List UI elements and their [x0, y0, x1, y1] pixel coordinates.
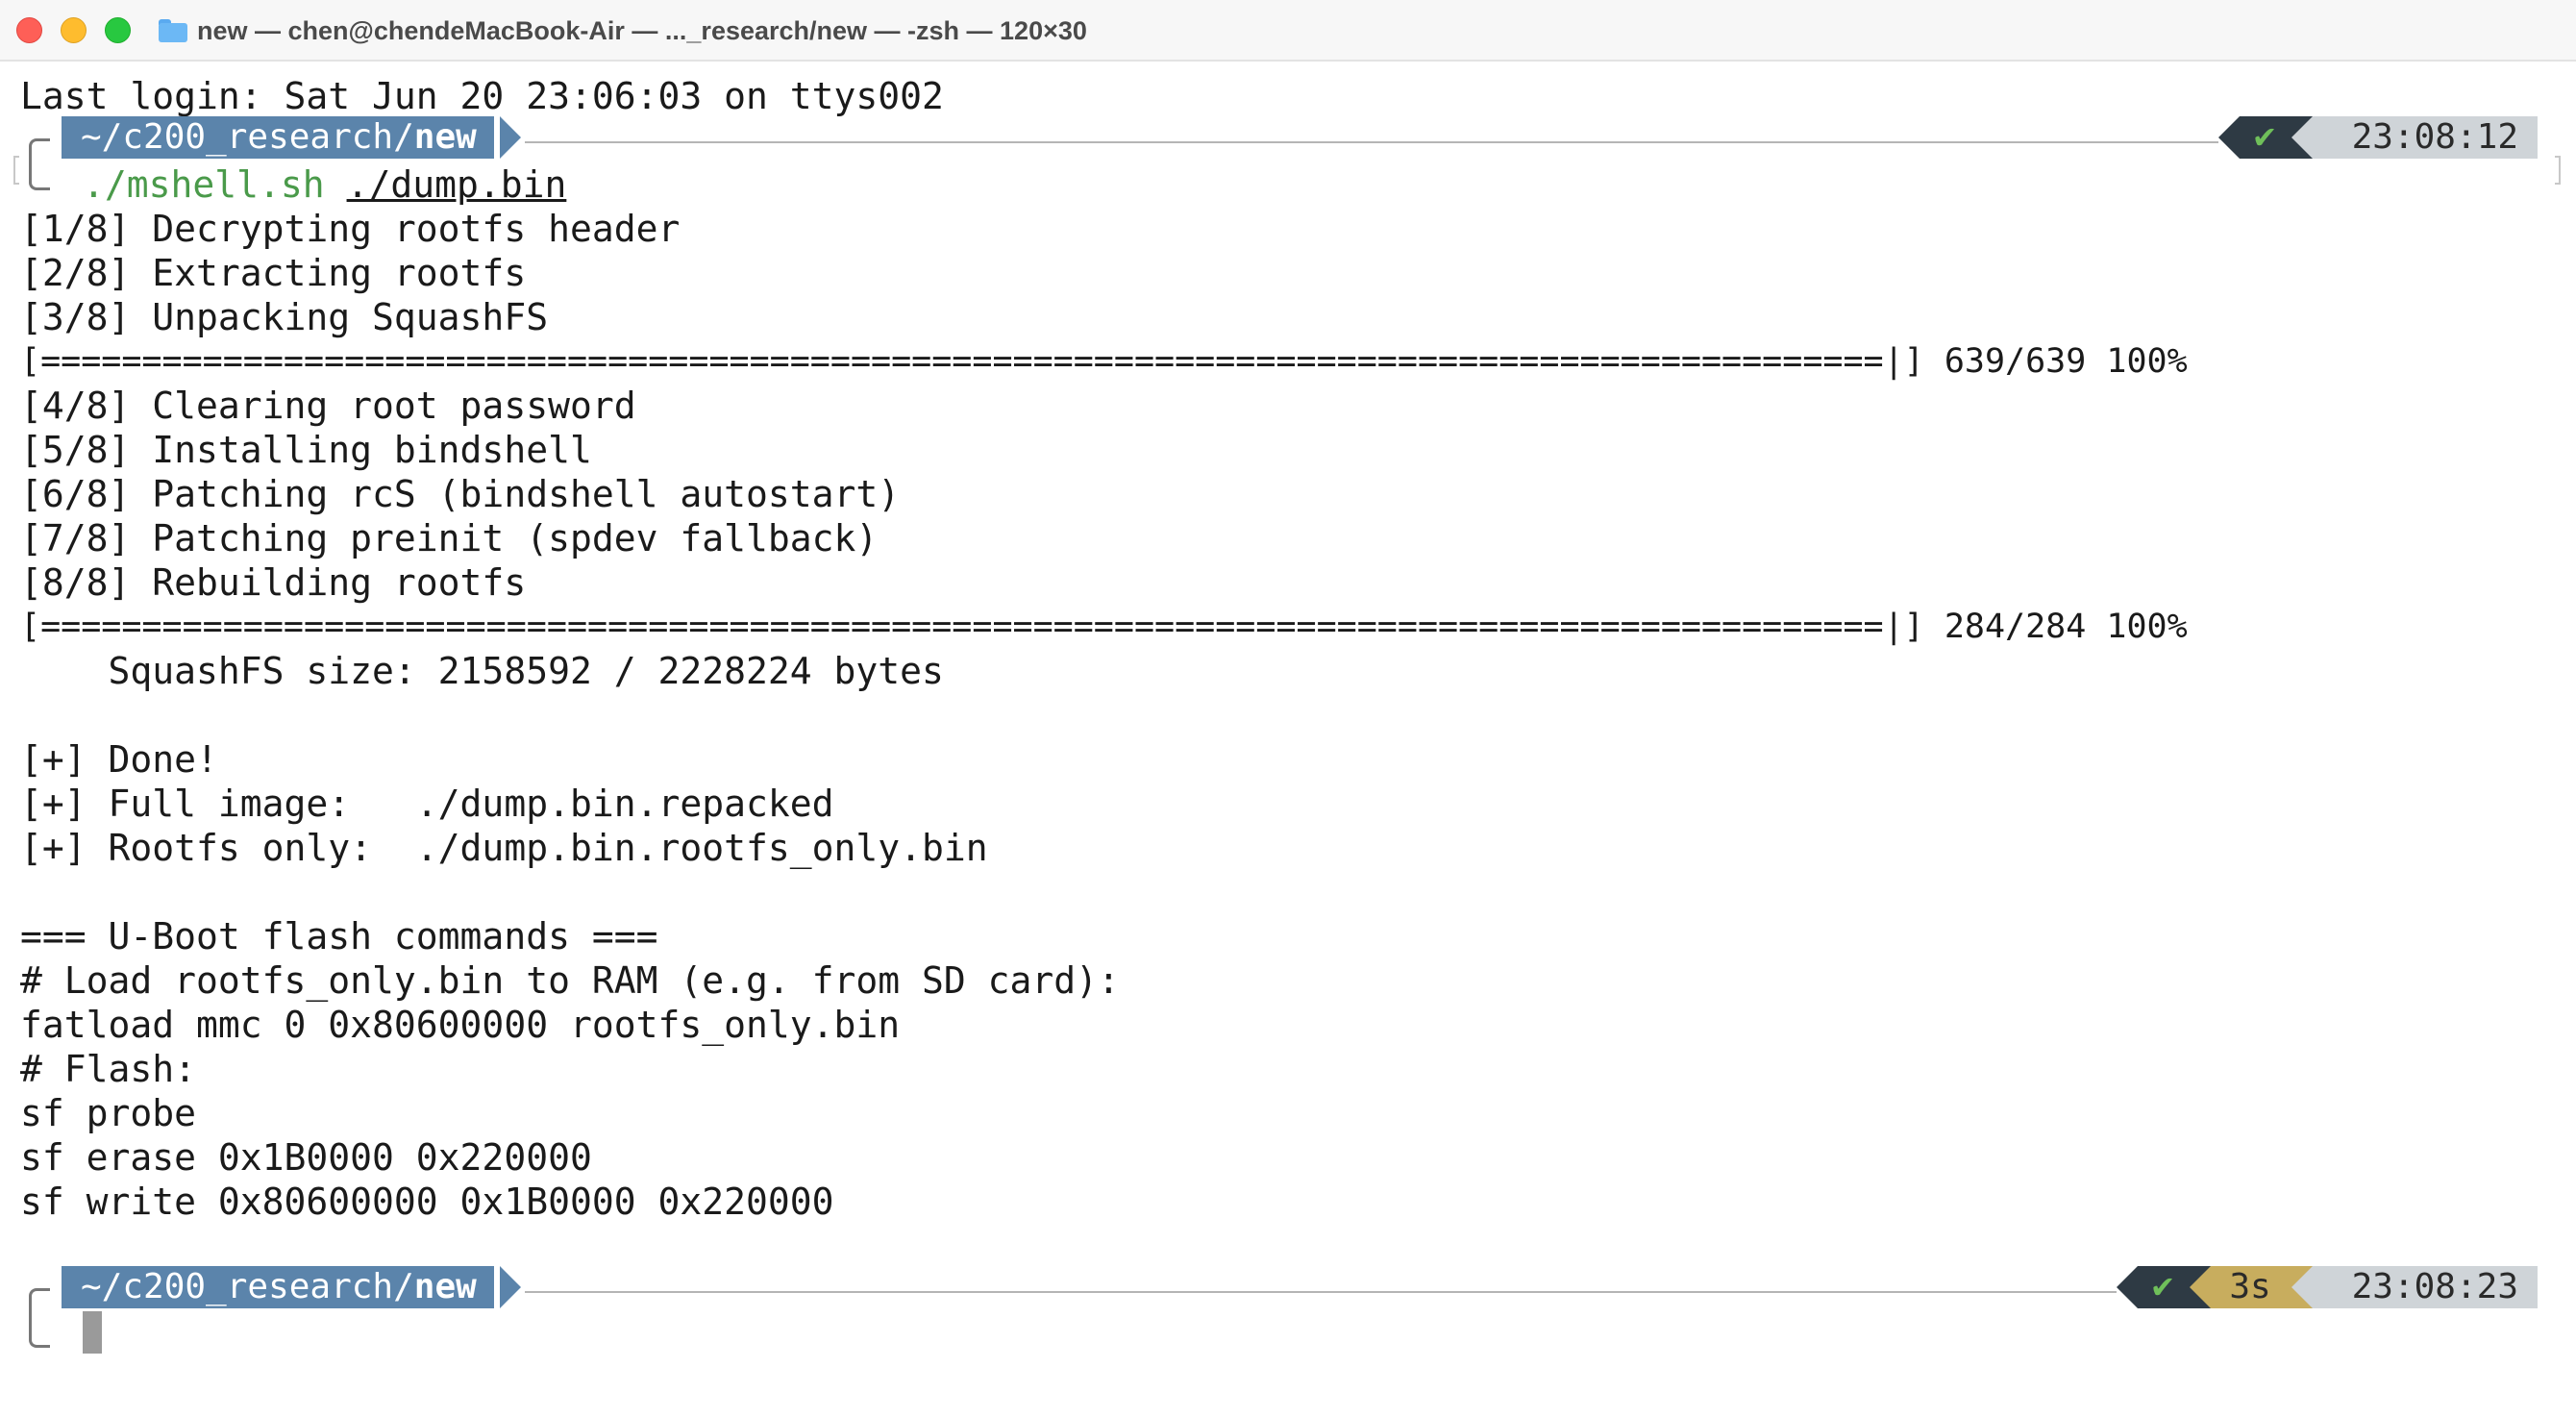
- zoom-button[interactable]: [105, 17, 131, 43]
- right-edge-marker: [2555, 156, 2561, 185]
- prompt-dir-prefix: ~/c200_research/: [81, 1267, 414, 1306]
- output-line: [1/8] Decrypting rootfs header: [20, 208, 681, 250]
- output-line: sf probe: [20, 1092, 197, 1134]
- prompt-corner-bottom: [29, 169, 50, 190]
- output-line: [4/8] Clearing root password: [20, 385, 636, 427]
- prompt-dir-arrow: [500, 116, 521, 159]
- output-line: [5/8] Installing bindshell: [20, 429, 592, 471]
- output-line: [+] Done!: [20, 738, 218, 781]
- output-line: SquashFS size: 2158592 / 2228224 bytes: [20, 650, 944, 692]
- prompt-rule: [525, 1291, 2117, 1293]
- output-line: [7/8] Patching preinit (spdev fallback): [20, 517, 879, 559]
- prompt-dir-arrow: [500, 1266, 521, 1308]
- window-title: new — chen@chendeMacBook-Air — ..._resea…: [197, 15, 1087, 45]
- last-login-line: Last login: Sat Jun 20 23:06:03 on ttys0…: [20, 75, 944, 117]
- output-line: # Flash:: [20, 1048, 197, 1090]
- output-line: sf write 0x80600000 0x1B0000 0x220000: [20, 1181, 834, 1223]
- status-left-arrow: [2117, 1266, 2138, 1308]
- output-line: === U-Boot flash commands ===: [20, 915, 658, 957]
- command-duration: 3s: [2211, 1266, 2290, 1308]
- progress-bar-rebuild: [=======================================…: [20, 608, 2188, 646]
- status-time-arrow: [2290, 1266, 2313, 1308]
- progress-bar-unsquash: [=======================================…: [20, 342, 2188, 381]
- status-left-arrow: [2218, 116, 2240, 159]
- terminal-window: new — chen@chendeMacBook-Air — ..._resea…: [0, 0, 2576, 1417]
- minimize-button[interactable]: [61, 17, 87, 43]
- status-ok: ✔: [2138, 1266, 2188, 1308]
- output-line: sf erase 0x1B0000 0x220000: [20, 1136, 592, 1179]
- output-line: [+] Rootfs only: ./dump.bin.rootfs_only.…: [20, 827, 988, 869]
- check-icon: ✔: [2149, 1269, 2176, 1305]
- output-line: [3/8] Unpacking SquashFS: [20, 296, 549, 338]
- check-icon: ✔: [2251, 119, 2278, 156]
- command-line: ./mshell.sh ./dump.bin: [83, 162, 566, 207]
- output-line: [6/8] Patching rcS (bindshell autostart): [20, 473, 901, 515]
- prompt-dir-current: new: [413, 1267, 477, 1306]
- prompt-corner-top: [29, 1288, 50, 1319]
- prompt-dir-current: new: [413, 117, 477, 157]
- output-line: # Load rootfs_only.bin to RAM (e.g. from…: [20, 959, 1120, 1002]
- prompt-rule: [525, 141, 2218, 143]
- output-line: [+] Full image: ./dump.bin.repacked: [20, 783, 834, 825]
- prompt-corner-bottom: [29, 1319, 50, 1348]
- command-argument: ./dump.bin: [346, 163, 567, 206]
- prompt-directory: ~/c200_research/new: [62, 1266, 494, 1308]
- output-line: [8/8] Rebuilding rootfs: [20, 561, 527, 604]
- prompt-time: 23:08:23: [2313, 1266, 2538, 1308]
- status-duration-arrow: [2188, 1266, 2211, 1308]
- prompt-dir-prefix: ~/c200_research/: [81, 117, 414, 157]
- left-edge-marker: [13, 156, 19, 185]
- text-cursor: [83, 1311, 102, 1354]
- close-button[interactable]: [16, 17, 42, 43]
- output-line: fatload mmc 0 0x80600000 rootfs_only.bin: [20, 1004, 901, 1046]
- terminal-content[interactable]: Last login: Sat Jun 20 23:06:03 on ttys0…: [0, 60, 2576, 1417]
- folder-icon: [159, 19, 187, 42]
- window-title-group: new — chen@chendeMacBook-Air — ..._resea…: [159, 14, 1087, 47]
- prompt-time: 23:08:12: [2313, 116, 2538, 159]
- prompt-corner-top: [29, 138, 50, 169]
- prompt-directory: ~/c200_research/new: [62, 116, 494, 159]
- output-line: [2/8] Extracting rootfs: [20, 252, 527, 294]
- command-name: ./mshell.sh: [83, 163, 325, 206]
- title-bar: new — chen@chendeMacBook-Air — ..._resea…: [0, 0, 2576, 62]
- status-ok: ✔: [2240, 116, 2290, 159]
- status-time-arrow: [2290, 116, 2313, 159]
